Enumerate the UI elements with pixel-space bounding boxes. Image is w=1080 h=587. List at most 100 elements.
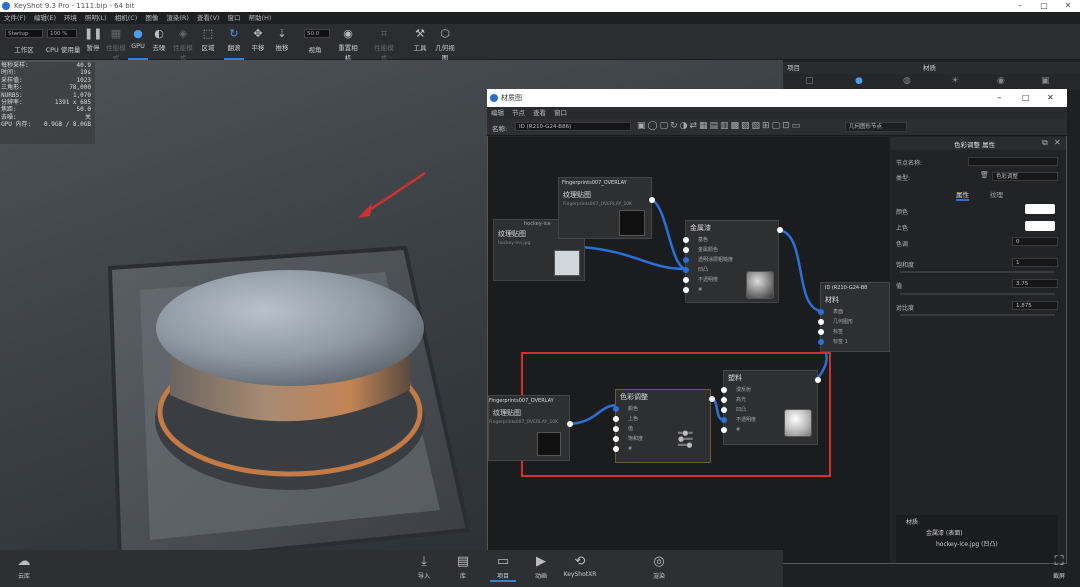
output-port[interactable] bbox=[777, 227, 783, 233]
material-name-field[interactable]: ID (R210-G24-B86) bbox=[515, 122, 631, 131]
input-port[interactable] bbox=[683, 267, 689, 273]
menu-environment[interactable]: 环境 bbox=[60, 12, 81, 24]
mg-menu-edit[interactable]: 编辑 bbox=[487, 107, 508, 119]
node-name-field[interactable] bbox=[968, 157, 1058, 166]
input-port[interactable] bbox=[613, 426, 619, 432]
input-port[interactable] bbox=[613, 436, 619, 442]
render-button[interactable]: ◎ 渲染 bbox=[646, 553, 672, 580]
geo-node-editor-button[interactable]: 几何图形节点 bbox=[845, 122, 907, 132]
node-material-root[interactable]: ID (R210-G24-B8 材料 表面 几何图形 标签 标签 1 bbox=[818, 282, 890, 352]
input-port[interactable] bbox=[818, 329, 824, 335]
maximize-icon[interactable]: □ bbox=[1022, 89, 1030, 107]
input-port[interactable] bbox=[818, 339, 824, 345]
input-port[interactable] bbox=[683, 247, 689, 253]
node-fingerprints-texture-2[interactable]: Fingerprints007_OVERLAY 纹理贴图 Fingerprint… bbox=[488, 395, 573, 461]
perf-mode-2-button[interactable]: ◈ 性能模式 bbox=[172, 26, 194, 62]
output-port[interactable] bbox=[709, 396, 715, 402]
push-button[interactable]: ⇣ 推移 bbox=[272, 26, 292, 52]
menu-edit[interactable]: 编辑(E) bbox=[30, 12, 60, 24]
output-port[interactable] bbox=[649, 197, 655, 203]
gpu-button[interactable]: ● GPU bbox=[128, 26, 148, 60]
input-port[interactable] bbox=[683, 257, 689, 263]
minimize-icon[interactable]: – bbox=[997, 89, 1002, 107]
percent-field[interactable]: 100 % bbox=[47, 29, 77, 38]
color-swatch[interactable] bbox=[1025, 204, 1055, 214]
view-angle-button[interactable]: 视角 bbox=[303, 44, 327, 54]
fov-field[interactable]: 50.0 bbox=[304, 29, 330, 38]
menu-image[interactable]: 图像 bbox=[141, 12, 162, 24]
maximize-icon[interactable]: □ bbox=[1032, 0, 1056, 12]
tool-button[interactable]: ⚒ 工具 bbox=[410, 26, 430, 52]
input-port[interactable] bbox=[683, 237, 689, 243]
input-port[interactable] bbox=[818, 309, 824, 315]
mg-menu-node[interactable]: 节点 bbox=[508, 107, 529, 119]
node-canvas[interactable]: hockey-ice 纹理贴图 hockey-ice.jpg Fingerpri… bbox=[488, 137, 890, 563]
close-icon[interactable]: ✕ bbox=[1047, 89, 1054, 107]
image-icon[interactable]: ▣ bbox=[1041, 76, 1050, 86]
trash-icon[interactable]: 🗑 bbox=[980, 171, 989, 179]
input-port[interactable] bbox=[721, 397, 727, 403]
project-button[interactable]: ▭ 项目 bbox=[490, 553, 516, 582]
environment-icon[interactable]: ◍ bbox=[903, 76, 911, 86]
output-port[interactable] bbox=[815, 377, 821, 383]
value-field[interactable]: 3.75 bbox=[1012, 279, 1058, 288]
material-icon[interactable]: ● bbox=[855, 76, 863, 86]
cloud-library-button[interactable]: ☁ 云库 bbox=[8, 553, 40, 580]
cpu-usage-button[interactable]: CPU 使用量 bbox=[45, 44, 81, 54]
close-icon[interactable]: ✕ bbox=[1056, 0, 1080, 12]
pan-button[interactable]: ✥ 平移 bbox=[248, 26, 268, 52]
node-plastic[interactable]: 塑料 漫反射 高光 凹凸 不透明度 # bbox=[721, 370, 821, 445]
saturation-field[interactable]: 1 bbox=[1012, 258, 1058, 267]
camera-icon[interactable]: ◉ bbox=[997, 76, 1005, 86]
geometry-view-button[interactable]: ⬡ 几何视图 bbox=[434, 26, 456, 62]
node-color-adjust[interactable]: 色彩调整 颜色 上色 值 饱和度 # ═●═ ●══ ══● bbox=[613, 389, 715, 463]
library-button[interactable]: ▤ 库 bbox=[452, 553, 474, 580]
input-port[interactable] bbox=[683, 287, 689, 293]
menu-window[interactable]: 窗口 bbox=[223, 12, 244, 24]
lighting-icon[interactable]: ☀ bbox=[951, 76, 959, 86]
saturation-slider[interactable] bbox=[900, 271, 1055, 273]
tab-material[interactable]: 材质 bbox=[923, 62, 936, 74]
startup-dropdown[interactable]: Startup bbox=[5, 29, 43, 38]
animation-button[interactable]: ▶ 动画 bbox=[528, 553, 554, 580]
menu-view[interactable]: 查看(V) bbox=[193, 12, 224, 24]
value-slider[interactable] bbox=[900, 293, 1055, 295]
menu-file[interactable]: 文件(F) bbox=[0, 12, 30, 24]
mg-menu-view[interactable]: 查看 bbox=[529, 107, 550, 119]
perf-mode-3-button[interactable]: ⌗ 性能模式 bbox=[372, 26, 396, 62]
type-field[interactable]: 色彩调整 bbox=[992, 172, 1058, 181]
denoise-button[interactable]: ◐ 去噪 bbox=[150, 26, 168, 52]
reset-camera-button[interactable]: ◉ 重置相机 bbox=[337, 26, 359, 62]
float-icon[interactable]: ⧉ bbox=[1042, 138, 1048, 148]
node-fingerprints-texture[interactable]: Fingerprints007_OVERLAY 纹理贴图 Fingerprint… bbox=[558, 177, 655, 239]
flip-button[interactable]: ↻ 翻滚 bbox=[224, 26, 244, 60]
region-button[interactable]: ⬚ 区域 bbox=[198, 26, 218, 52]
tree-item-texture[interactable]: hockey-ice.jpg (凹凸) bbox=[936, 539, 998, 548]
perf-mode-button[interactable]: ▦ 性能模式 bbox=[106, 26, 126, 62]
minimize-icon[interactable]: – bbox=[1008, 0, 1032, 12]
output-port[interactable] bbox=[567, 421, 573, 427]
input-port[interactable] bbox=[613, 446, 619, 452]
input-port[interactable] bbox=[613, 416, 619, 422]
input-port[interactable] bbox=[721, 417, 727, 423]
contrast-slider[interactable] bbox=[900, 314, 1055, 316]
input-port[interactable] bbox=[683, 277, 689, 283]
project-scene-icon[interactable]: ▢ bbox=[805, 76, 814, 86]
menu-camera[interactable]: 相机(C) bbox=[111, 12, 142, 24]
pause-button[interactable]: ❚❚ 暂停 bbox=[84, 26, 102, 52]
tab-texture[interactable]: 纹理 bbox=[990, 189, 1003, 199]
input-port[interactable] bbox=[721, 387, 727, 393]
menu-lighting[interactable]: 照明(L) bbox=[81, 12, 111, 24]
import-button[interactable]: ⤓ 导入 bbox=[412, 553, 436, 580]
hue-field[interactable]: 0 bbox=[1012, 237, 1058, 246]
contrast-field[interactable]: 1.875 bbox=[1012, 301, 1058, 310]
workspace-button[interactable]: 工作区 bbox=[10, 44, 38, 54]
close-icon[interactable]: ✕ bbox=[1054, 138, 1061, 147]
screenshot-button[interactable]: ⛶ 截屏 bbox=[1046, 553, 1072, 580]
input-port[interactable] bbox=[721, 427, 727, 433]
node-metal-paint[interactable]: 金属漆 基色 金属颜色 透明涂层粗糙度 凹凸 不透明度 # bbox=[683, 220, 783, 303]
tree-root[interactable]: 材质 bbox=[906, 517, 918, 526]
tint-swatch[interactable] bbox=[1025, 221, 1055, 231]
keyshotxr-button[interactable]: ⟲ KeyShotXR bbox=[562, 553, 598, 578]
tree-item-metal[interactable]: 金属漆 (表面) bbox=[926, 528, 963, 537]
